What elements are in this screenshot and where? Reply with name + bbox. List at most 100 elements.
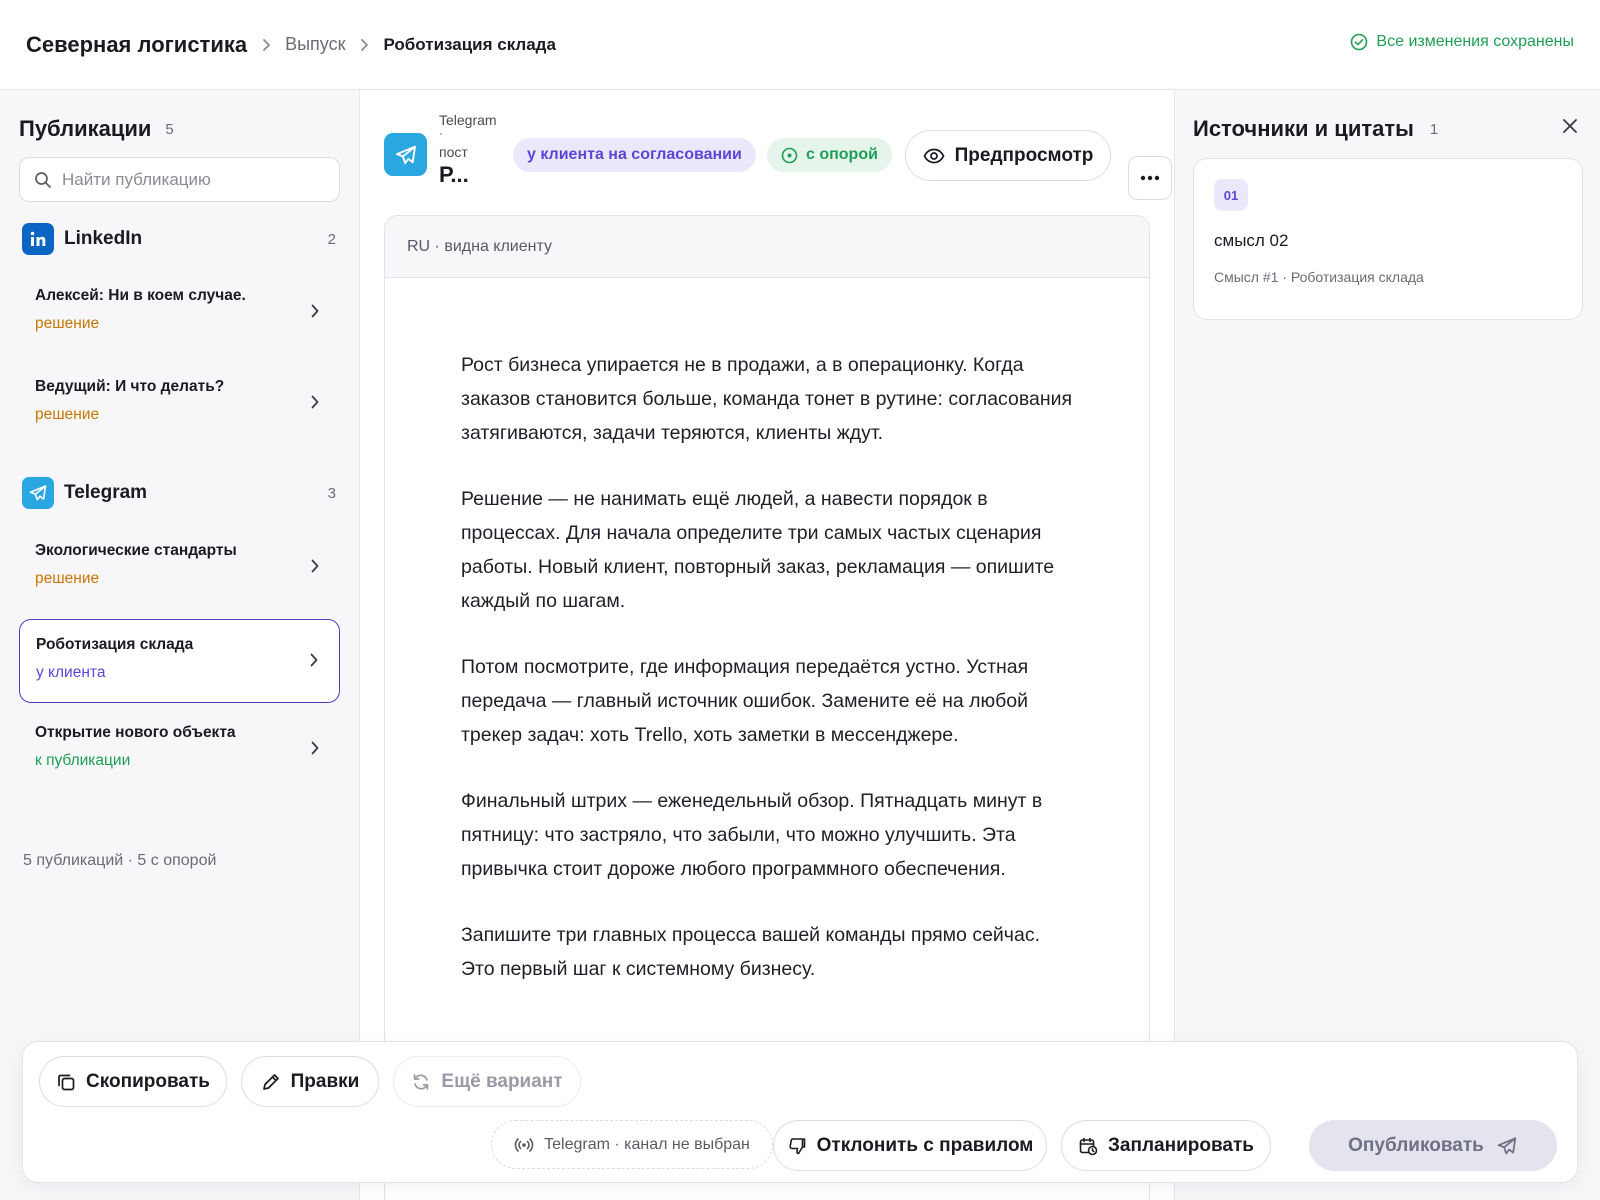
group-linkedin[interactable]: LinkedIn 2 <box>22 222 338 256</box>
doc-meta-bar: RU · видна клиенту <box>385 216 1149 278</box>
post-kind: пост <box>439 144 468 160</box>
send-icon <box>1497 1136 1516 1154</box>
quote-source: Смысл #1 · Роботизация склада <box>1214 269 1424 285</box>
edits-button[interactable]: Правки <box>241 1056 379 1107</box>
item-status: решение <box>35 570 100 587</box>
eye-icon <box>923 148 945 163</box>
another-variant-button[interactable]: Ещё вариант <box>393 1056 581 1107</box>
saved-status-text: Все изменения сохранены <box>1376 33 1574 50</box>
copy-button-label: Скопировать <box>86 1070 210 1092</box>
list-item[interactable]: Ведущий: И что делать? решение <box>19 362 340 446</box>
check-circle-icon <box>1351 33 1368 51</box>
reject-button-label: Отклонить с правилом <box>816 1134 1034 1156</box>
group-name: LinkedIn <box>64 228 143 249</box>
support-icon <box>781 147 798 163</box>
status-badge[interactable]: у клиента на согласовании <box>513 138 756 172</box>
action-bar: Скопировать Правки Ещё вариант Telegram … <box>22 1041 1578 1183</box>
top-bar: Северная логистика Выпуск Роботизация ск… <box>0 0 1600 90</box>
sidebar-count: 5 <box>165 120 174 138</box>
group-name: Telegram <box>64 482 148 503</box>
chevron-right-icon <box>310 740 320 761</box>
preview-button[interactable]: Предпросмотр <box>905 130 1111 181</box>
chevron-right-icon <box>359 38 369 52</box>
group-telegram[interactable]: Telegram 3 <box>22 476 338 510</box>
search-box[interactable] <box>19 157 340 202</box>
thumbs-down-icon <box>789 1137 805 1154</box>
publish-button[interactable]: Опубликовать <box>1309 1120 1557 1171</box>
broadcast-icon <box>514 1137 534 1152</box>
sidebar-header: Публикации 5 <box>19 116 174 142</box>
list-item[interactable]: Экологические стандарты решение <box>19 526 340 610</box>
post-paragraph[interactable]: Финальный штрих — еженедельный обзор. Пя… <box>461 784 1073 886</box>
breadcrumb-current: Роботизация склада <box>383 34 556 54</box>
sources-panel: Источники и цитаты 1 01 смысл 02 Смысл #… <box>1174 90 1600 1200</box>
post-paragraph[interactable]: Рост бизнеса упирается не в продажи, а в… <box>461 348 1073 450</box>
quote-text: смысл 02 <box>1214 231 1289 250</box>
list-item[interactable]: Открытие нового объекта к публикации <box>19 708 340 792</box>
sources-header: Источники и цитаты 1 <box>1193 116 1438 142</box>
item-status: решение <box>35 406 100 423</box>
publish-button-label: Опубликовать <box>1348 1134 1484 1156</box>
saved-status: Все изменения сохранены <box>1350 33 1574 51</box>
item-title: Открытие нового объекта <box>35 724 236 741</box>
item-title: Ведущий: И что делать? <box>35 378 225 395</box>
quote-number: 01 <box>1214 179 1248 211</box>
publications-sidebar: Публикации 5 LinkedIn 2 Алексей: Ни в ко… <box>0 90 360 1200</box>
preview-button-label: Предпросмотр <box>954 144 1094 166</box>
post-paragraph[interactable]: Потом посмотрите, где информация передаё… <box>461 650 1073 752</box>
sources-count: 1 <box>1429 120 1439 138</box>
item-title: Экологические стандарты <box>35 542 237 559</box>
group-count: 3 <box>327 484 336 502</box>
support-badge[interactable]: с опорой <box>767 138 892 172</box>
schedule-button[interactable]: Запланировать <box>1061 1120 1271 1171</box>
post-body[interactable]: Рост бизнеса упирается не в продажи, а в… <box>385 278 1149 986</box>
chevron-right-icon <box>310 558 320 579</box>
post-meta-dot: · <box>439 126 443 140</box>
post-paragraph[interactable]: Решение — не нанимать ещё людей, а навес… <box>461 482 1073 618</box>
sidebar-title: Публикации <box>19 116 152 141</box>
item-title: Роботизация склада <box>36 636 194 653</box>
post-channel: Telegram <box>439 112 497 128</box>
edits-button-label: Правки <box>290 1070 360 1092</box>
post-title: Р... <box>439 162 469 187</box>
search-input[interactable] <box>62 169 322 190</box>
schedule-button-label: Запланировать <box>1108 1134 1254 1156</box>
linkedin-icon <box>22 223 54 255</box>
pencil-icon <box>262 1073 279 1090</box>
item-status: решение <box>35 315 100 332</box>
search-icon <box>35 171 51 188</box>
close-icon[interactable] <box>1562 118 1578 139</box>
reject-button[interactable]: Отклонить с правилом <box>773 1120 1047 1171</box>
telegram-icon <box>22 477 54 509</box>
breadcrumb-org[interactable]: Северная логистика <box>26 32 247 58</box>
channel-selector[interactable]: Telegram · канал не выбран <box>491 1120 773 1169</box>
support-badge-label: с опорой <box>806 146 878 163</box>
quote-card[interactable]: 01 смысл 02 Смысл #1 · Роботизация склад… <box>1193 158 1583 320</box>
post-meta: Telegram · пост Р... <box>439 112 497 188</box>
group-count: 2 <box>327 230 336 248</box>
breadcrumb-section[interactable]: Выпуск <box>285 34 345 55</box>
more-options-button[interactable] <box>1128 156 1172 200</box>
post-paragraph[interactable]: Запишите три главных процесса вашей кома… <box>461 918 1073 986</box>
chevron-right-icon <box>261 38 271 52</box>
more-horizontal-icon <box>1140 175 1160 181</box>
chevron-right-icon <box>310 394 320 415</box>
list-item-active[interactable]: Роботизация склада у клиента <box>19 619 340 703</box>
post-header: Telegram · пост Р... у клиента на соглас… <box>384 112 1172 200</box>
sources-title: Источники и цитаты <box>1193 116 1414 141</box>
chevron-right-icon <box>310 303 320 324</box>
chevron-right-icon <box>309 652 319 673</box>
item-status: к публикации <box>35 752 131 769</box>
telegram-icon <box>384 133 427 176</box>
another-variant-label: Ещё вариант <box>441 1070 563 1092</box>
list-item[interactable]: Алексей: Ни в коем случае. решение <box>19 271 340 355</box>
item-status: у клиента <box>36 664 106 681</box>
calendar-clock-icon <box>1079 1137 1098 1155</box>
sidebar-footer: 5 публикаций · 5 с опорой <box>23 852 217 869</box>
item-title: Алексей: Ни в коем случае. <box>35 287 246 304</box>
copy-icon <box>58 1074 75 1090</box>
copy-button[interactable]: Скопировать <box>39 1056 227 1107</box>
channel-selector-label: Telegram · канал не выбран <box>544 1135 750 1153</box>
refresh-icon <box>414 1073 429 1090</box>
post-editor: Telegram · пост Р... у клиента на соглас… <box>360 90 1174 1200</box>
